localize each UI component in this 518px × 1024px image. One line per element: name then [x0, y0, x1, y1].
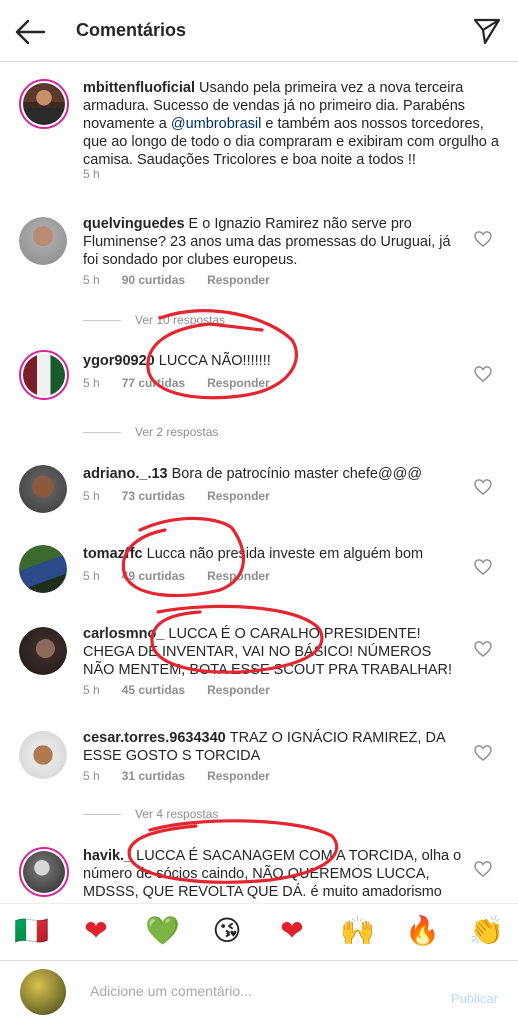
reply-button[interactable]: Responder [207, 569, 270, 583]
current-user-avatar [20, 969, 66, 1015]
reply-button[interactable]: Responder [207, 683, 270, 697]
likes-count[interactable]: 49 curtidas [122, 569, 185, 583]
comment-meta: 5 h 31 curtidas Responder [83, 769, 292, 783]
raised-hands-emoji[interactable]: 🙌 [340, 914, 375, 948]
comment-time: 5 h [83, 683, 100, 697]
comment-meta: 5 h 90 curtidas Responder [83, 273, 292, 287]
comment-meta: 5 h 77 curtidas Responder [83, 376, 292, 390]
comment-username[interactable]: quelvinguedes [83, 216, 185, 232]
publish-button[interactable]: Publicar [451, 991, 498, 1006]
view-replies-link[interactable]: Ver 2 respostas [83, 425, 218, 439]
likes-count[interactable]: 90 curtidas [122, 273, 185, 287]
avatar[interactable] [19, 545, 67, 593]
reply-button[interactable]: Responder [207, 489, 270, 503]
page-title: Comentários [76, 20, 187, 40]
like-heart-icon[interactable] [474, 479, 492, 495]
comment-time: 5 h [83, 273, 100, 287]
direct-send-icon[interactable] [472, 16, 502, 46]
like-heart-icon[interactable] [474, 861, 492, 877]
avatar[interactable] [19, 731, 67, 779]
emoji-quick-bar: 🇮🇹 ❤ 💚 😘 ❤ 🙌 🔥 👏 [0, 903, 518, 957]
comment-username[interactable]: mbittenfluoficial [83, 80, 195, 96]
comment-time: 5 h [83, 769, 100, 783]
comment-time: 5 h [83, 376, 100, 390]
back-arrow-icon[interactable] [14, 18, 46, 46]
comment-username[interactable]: cesar.torres.9634340 [83, 730, 226, 746]
comment-compose-bar: Publicar [0, 960, 518, 1024]
likes-count[interactable]: 31 curtidas [122, 769, 185, 783]
replies-divider [83, 814, 121, 816]
comment-text: Lucca não presida investe em alguém bom [146, 546, 424, 562]
like-heart-icon[interactable] [474, 559, 492, 575]
kiss-face-emoji[interactable]: 😘 [210, 914, 244, 948]
comment-username[interactable]: havik._ [83, 848, 132, 864]
like-heart-icon[interactable] [474, 745, 492, 761]
avatar[interactable] [19, 627, 67, 675]
reply-button[interactable]: Responder [207, 769, 270, 783]
mention-link[interactable]: @umbrobrasil [171, 116, 261, 132]
clapping-hands-emoji[interactable]: 👏 [469, 914, 504, 948]
replies-divider [83, 432, 121, 434]
comment-text: LUCCA NÃO!!!!!!! [158, 353, 271, 369]
comment-meta: 5 h [83, 167, 122, 181]
like-heart-icon[interactable] [474, 231, 492, 247]
avatar[interactable] [19, 847, 69, 897]
replies-divider [83, 320, 121, 322]
red-heart-emoji[interactable]: ❤ [275, 914, 309, 948]
fire-emoji[interactable]: 🔥 [405, 914, 440, 948]
comment-username[interactable]: tomazffc [83, 546, 143, 562]
comment-username[interactable]: carlosmno_ [83, 626, 164, 642]
avatar[interactable] [19, 350, 69, 400]
green-heart-emoji[interactable]: 💚 [145, 914, 180, 948]
comment-username[interactable]: ygor90920 [83, 353, 155, 369]
likes-count[interactable]: 77 curtidas [122, 376, 185, 390]
reply-button[interactable]: Responder [207, 376, 270, 390]
comments-feed[interactable]: mbittenfluoficial Usando pela primeira ve… [0, 63, 518, 899]
italy-flag-emoji[interactable]: 🇮🇹 [14, 914, 49, 948]
avatar[interactable] [19, 79, 69, 129]
comment-text: LUCCA É SACANAGEM COM A TORCIDA, olha o … [83, 848, 462, 899]
view-replies-link[interactable]: Ver 4 respostas [83, 807, 218, 821]
comment-time: 5 h [83, 489, 100, 503]
comment-time: 5 h [83, 569, 100, 583]
comment-input[interactable] [90, 983, 410, 999]
comment-time: 5 h [83, 167, 100, 181]
comment-meta: 5 h 73 curtidas Responder [83, 489, 292, 503]
comment-username[interactable]: adriano._.13 [83, 466, 168, 482]
comment-text: Bora de patrocínio master chefe@@@ [171, 466, 423, 482]
top-bar: Comentários [0, 0, 518, 62]
like-heart-icon[interactable] [474, 641, 492, 657]
like-heart-icon[interactable] [474, 366, 492, 382]
view-replies-link[interactable]: Ver 10 respostas [83, 313, 225, 327]
reply-button[interactable]: Responder [207, 273, 270, 287]
avatar[interactable] [19, 465, 67, 513]
likes-count[interactable]: 45 curtidas [122, 683, 185, 697]
red-heart-emoji[interactable]: ❤ [79, 914, 113, 948]
comment-meta: 5 h 49 curtidas Responder [83, 569, 292, 583]
comment-meta: 5 h 45 curtidas Responder [83, 683, 292, 697]
likes-count[interactable]: 73 curtidas [122, 489, 185, 503]
avatar[interactable] [19, 217, 67, 265]
